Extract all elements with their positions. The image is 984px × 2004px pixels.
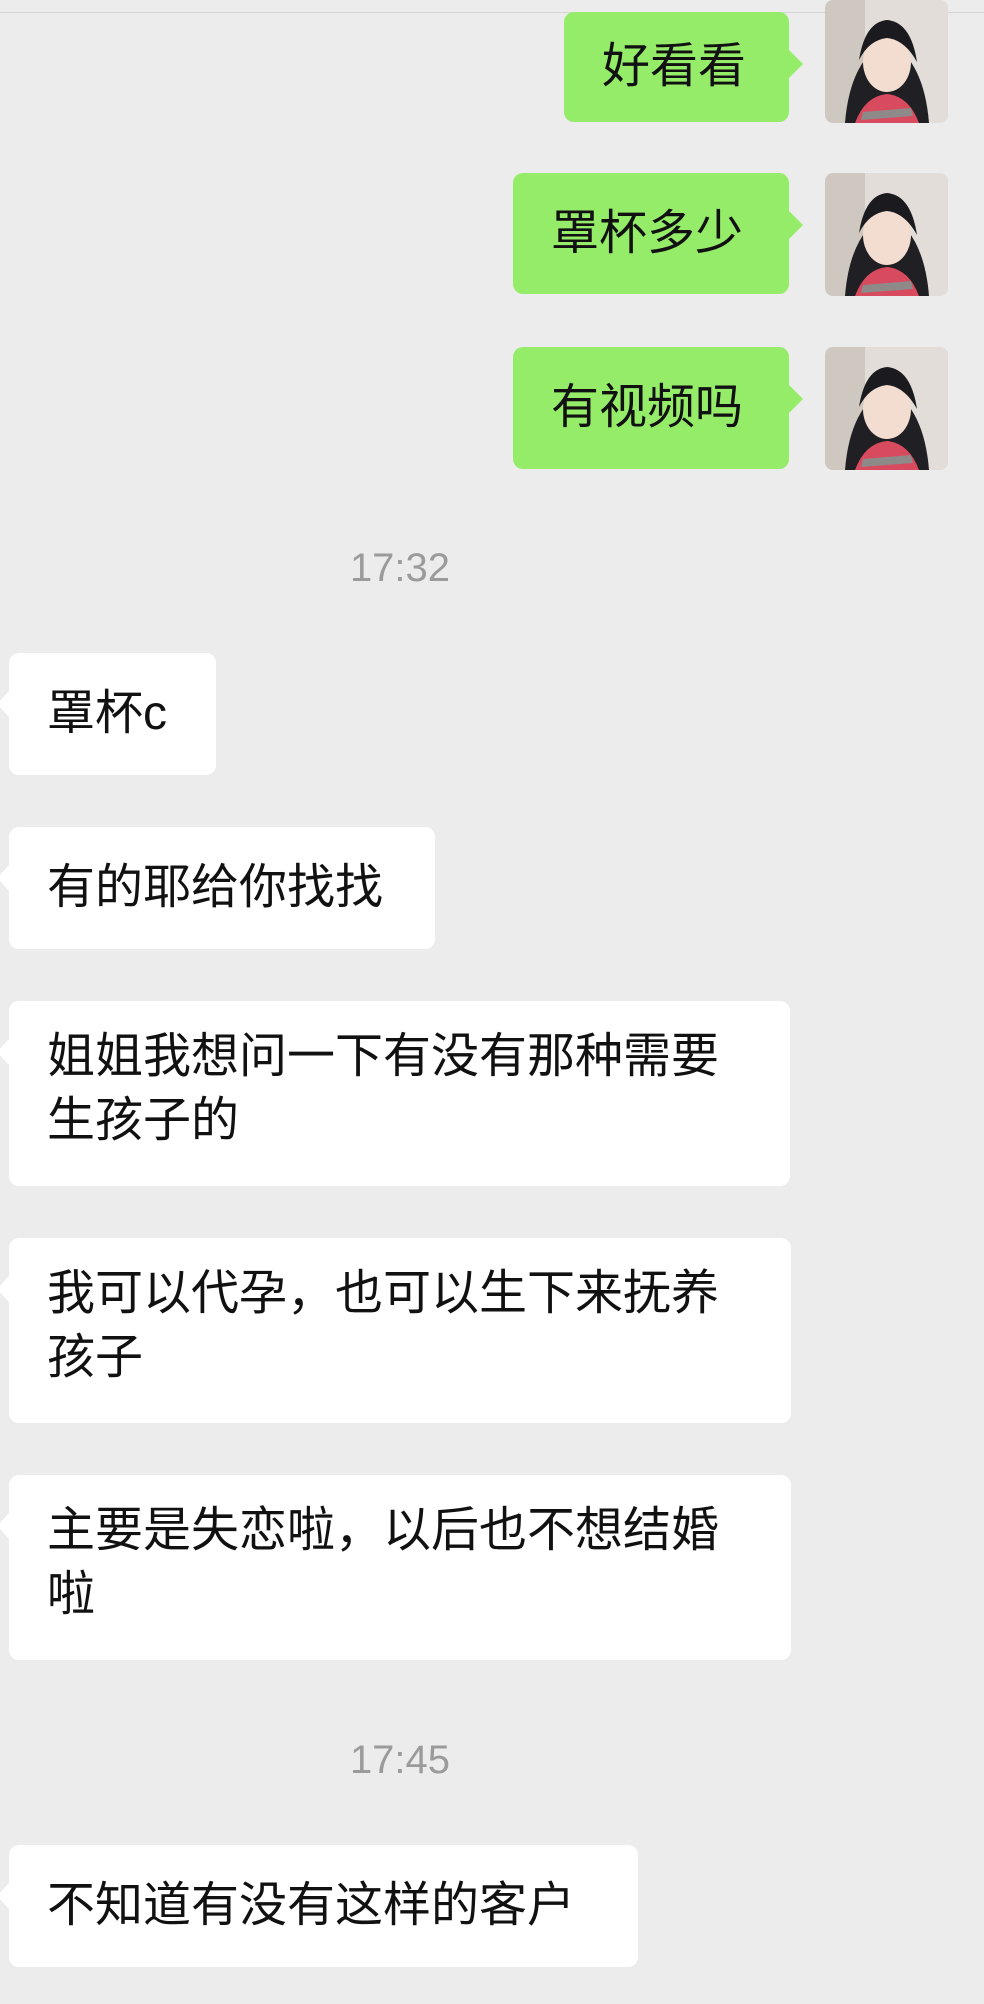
incoming-message[interactable]: 姐姐我想问一下有没有那种需要生孩子的 xyxy=(0,1001,790,1186)
user-avatar-icon[interactable] xyxy=(825,0,948,123)
incoming-message[interactable]: 罩杯c xyxy=(0,653,216,775)
message-timestamp: 17:32 xyxy=(349,546,451,590)
outgoing-message[interactable]: 好看看 xyxy=(564,12,803,122)
incoming-message[interactable]: 不知道有没有这样的客户 xyxy=(0,1845,638,1967)
incoming-message[interactable]: 有的耶给你找找 xyxy=(0,827,435,949)
outgoing-message[interactable]: 有视频吗 xyxy=(513,347,803,469)
message-timestamp: 17:45 xyxy=(349,1738,451,1782)
incoming-message[interactable]: 我可以代孕，也可以生下来抚养孩子 xyxy=(0,1238,791,1423)
outgoing-message[interactable]: 罩杯多少 xyxy=(513,173,803,294)
user-avatar-icon[interactable] xyxy=(825,173,948,296)
user-avatar-icon[interactable] xyxy=(825,347,948,470)
incoming-message[interactable]: 主要是失恋啦，以后也不想结婚啦 xyxy=(0,1475,791,1660)
